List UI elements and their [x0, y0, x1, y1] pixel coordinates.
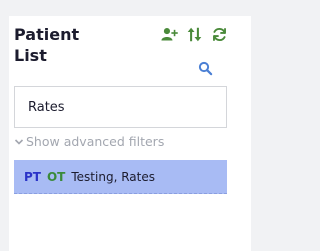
- advanced-filters-label: Show advanced filters: [26, 134, 165, 149]
- page-title: Patient List: [14, 24, 79, 66]
- pt-badge: PT: [24, 169, 41, 184]
- ot-badge: OT: [46, 169, 66, 184]
- chevron-down-icon: [14, 138, 24, 145]
- patient-name: Testing, Rates: [71, 169, 155, 184]
- header-actions: [161, 26, 228, 43]
- add-user-icon[interactable]: [161, 26, 178, 43]
- patient-search-input[interactable]: [14, 86, 227, 128]
- advanced-filters-toggle[interactable]: Show advanced filters: [14, 134, 164, 149]
- search-icon[interactable]: [198, 61, 213, 76]
- title-line-1: Patient: [14, 25, 80, 44]
- sort-icon[interactable]: [186, 26, 203, 43]
- patient-row[interactable]: PT OT Testing, Rates: [14, 160, 227, 194]
- refresh-icon[interactable]: [211, 26, 228, 43]
- title-line-2: List: [14, 46, 47, 65]
